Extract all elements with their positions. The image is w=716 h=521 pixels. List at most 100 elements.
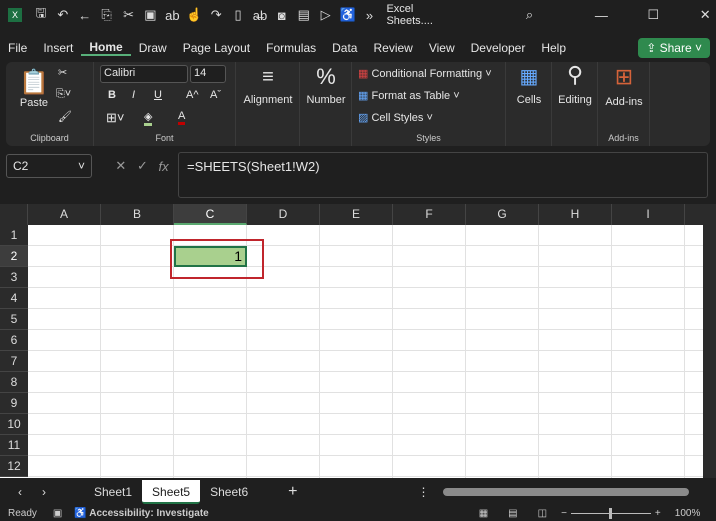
formula-input[interactable]: =SHEETS(Sheet1!W2) [178, 152, 708, 198]
column-header-e[interactable]: E [320, 204, 393, 225]
copy-icon[interactable]: ⎘ [96, 7, 118, 23]
zoom-in-button[interactable]: + [655, 508, 661, 519]
cells-group[interactable]: ▦ Cells [506, 62, 552, 146]
image-icon[interactable]: ▣ [139, 7, 161, 23]
column-header-h[interactable]: H [539, 204, 612, 225]
close-icon[interactable]: ✕ [694, 7, 716, 23]
tab-formulas[interactable]: Formulas [258, 41, 324, 55]
camera-icon[interactable]: ◙ [271, 8, 293, 23]
tab-draw[interactable]: Draw [131, 41, 175, 55]
row-header-9[interactable]: 9 [0, 393, 28, 414]
addins-icon[interactable]: ⊞ [598, 64, 650, 90]
italic-button[interactable]: I [132, 89, 135, 101]
spelling-icon[interactable]: ab [161, 8, 183, 23]
search-icon[interactable]: ⌕ [519, 7, 541, 23]
paste-button[interactable]: Paste [16, 97, 52, 109]
spreadsheet-grid[interactable]: A B C D E F G H I 1 2 3 4 5 6 7 8 9 10 11 12 1 [0, 204, 703, 478]
shrink-font-button[interactable]: Aˇ [210, 89, 221, 101]
row-header-5[interactable]: 5 [0, 309, 28, 330]
font-name-select[interactable]: Calibri [100, 65, 188, 83]
insert-function-button[interactable]: fx [159, 159, 169, 174]
bold-button[interactable]: B [108, 89, 116, 101]
format-as-table-button[interactable]: ▦ Format as Table ˅ [358, 89, 460, 102]
fill-color-icon[interactable]: ◈ [144, 110, 153, 126]
name-box[interactable]: C2 ˅ [6, 154, 92, 178]
addins-button[interactable]: Add-ins [598, 96, 650, 108]
save-icon[interactable]: 🖫 [30, 4, 52, 26]
next-sheet-icon[interactable]: › [32, 480, 56, 504]
number-group[interactable]: % Number [300, 62, 352, 146]
select-all-corner[interactable] [0, 204, 28, 225]
alignment-button[interactable]: Alignment [236, 94, 300, 106]
underline-button[interactable]: U [154, 89, 162, 101]
tab-data[interactable]: Data [324, 41, 365, 55]
page-break-view-icon[interactable]: ◫ [538, 508, 547, 519]
number-button[interactable]: Number [300, 94, 352, 106]
accessibility-button[interactable]: ♿ Accessibility: Investigate [74, 508, 208, 519]
column-header-d[interactable]: D [247, 204, 320, 225]
grow-font-button[interactable]: A^ [186, 89, 199, 101]
borders-icon[interactable]: ⊞˅ [106, 110, 124, 126]
column-header-j[interactable] [685, 204, 703, 225]
cancel-icon[interactable]: ✕ [115, 158, 126, 174]
zoom-out-button[interactable]: − [561, 508, 567, 519]
sheet-tab-sheet6[interactable]: Sheet6 [200, 480, 258, 504]
font-color-button[interactable]: A [178, 110, 186, 125]
vertical-scrollbar[interactable] [703, 204, 716, 478]
tab-help[interactable]: Help [533, 41, 574, 55]
tab-file[interactable]: File [0, 41, 35, 55]
row-header-10[interactable]: 10 [0, 414, 28, 435]
maximize-icon[interactable]: ☐ [642, 7, 664, 23]
cell-styles-button[interactable]: ▨ Cell Styles ˅ [358, 111, 433, 124]
form-icon[interactable]: ▤ [293, 7, 315, 23]
column-header-i[interactable]: I [612, 204, 685, 225]
more-options-icon[interactable]: ⋮ [407, 480, 439, 504]
enter-icon[interactable]: ✓ [137, 158, 148, 174]
tab-insert[interactable]: Insert [35, 41, 81, 55]
sheet-tab-sheet1[interactable]: Sheet1 [84, 480, 142, 504]
redo-icon[interactable]: ↷ [205, 7, 227, 23]
more-commands[interactable]: » [359, 8, 381, 23]
row-header-1[interactable]: 1 [0, 225, 28, 246]
column-header-f[interactable]: F [393, 204, 466, 225]
zoom-level[interactable]: 100% [675, 508, 701, 519]
column-header-a[interactable]: A [28, 204, 101, 225]
minimize-icon[interactable]: — [590, 8, 612, 23]
strikethrough-icon[interactable]: a̶b [249, 8, 271, 23]
horizontal-scrollbar[interactable] [443, 487, 690, 496]
sheet-tab-sheet5[interactable]: Sheet5 [142, 479, 201, 504]
row-header-3[interactable]: 3 [0, 267, 28, 288]
accessibility-icon[interactable]: ♿ [337, 7, 359, 23]
tab-developer[interactable]: Developer [463, 41, 534, 55]
font-size-select[interactable]: 14 [190, 65, 226, 83]
new-icon[interactable]: ▯ [227, 7, 249, 23]
alignment-group[interactable]: ≡ Alignment [236, 62, 300, 146]
macro-icon[interactable]: ▣ [53, 508, 62, 519]
share-button[interactable]: ⇪ Share ˅ [638, 38, 710, 58]
copy-icon[interactable]: ⎘˅ [56, 88, 71, 101]
tab-page-layout[interactable]: Page Layout [175, 41, 258, 55]
page-layout-view-icon[interactable]: ▤ [508, 508, 517, 519]
row-header-8[interactable]: 8 [0, 372, 28, 393]
row-header-6[interactable]: 6 [0, 330, 28, 351]
tab-view[interactable]: View [421, 41, 463, 55]
back-icon[interactable]: ← [74, 8, 96, 23]
row-header-12[interactable]: 12 [0, 456, 28, 477]
conditional-formatting-button[interactable]: ▦ Conditional Formatting ˅ [358, 67, 492, 80]
row-header-11[interactable]: 11 [0, 435, 28, 456]
row-header-7[interactable]: 7 [0, 351, 28, 372]
tab-review[interactable]: Review [365, 41, 420, 55]
cells-button[interactable]: Cells [506, 94, 552, 106]
cut-icon[interactable]: ✂ [118, 7, 140, 23]
undo-icon[interactable]: ↶ [52, 7, 74, 23]
column-header-g[interactable]: G [466, 204, 539, 225]
editing-group[interactable]: ⚲ Editing [552, 62, 598, 146]
editing-button[interactable]: Editing [552, 94, 598, 106]
zoom-slider[interactable] [570, 507, 651, 519]
cut-icon[interactable]: ✂ [58, 66, 67, 79]
paste-icon[interactable]: 📋 [18, 68, 50, 97]
row-header-4[interactable]: 4 [0, 288, 28, 309]
format-painter-icon[interactable]: 🖌 [58, 110, 72, 123]
tab-home[interactable]: Home [81, 40, 131, 56]
row-header-2[interactable]: 2 [0, 246, 28, 267]
